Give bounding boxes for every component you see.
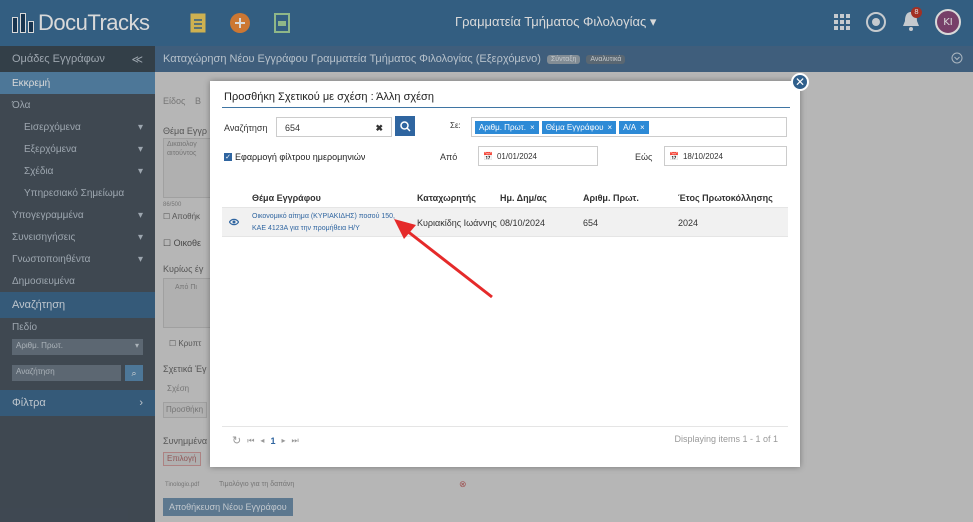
row-protocol: 654 <box>583 218 599 228</box>
row-subject-line1[interactable]: Οικονομικό αίτημα (ΚΥΡΙΑΚΙΔΗΣ) ποσού 150… <box>252 211 395 222</box>
column-registrar[interactable]: Καταχωρητής <box>417 193 476 203</box>
search-fields-tags[interactable]: Αριθμ. Πρωτ. × Θέμα Εγγράφου × Α/Α × <box>471 117 787 137</box>
next-page-icon[interactable]: ▸ <box>281 436 285 445</box>
column-subject[interactable]: Θέμα Εγγράφου <box>252 193 321 203</box>
date-filter-checkbox[interactable]: ✓ Εφαρμογή φίλτρου ημερομηνιών <box>224 152 365 162</box>
column-protocol[interactable]: Αριθμ. Πρωτ. <box>583 193 639 203</box>
current-page[interactable]: 1 <box>270 436 275 446</box>
calendar-icon[interactable]: 📅 <box>483 152 493 161</box>
search-label: Αναζήτηση <box>224 123 268 133</box>
remove-tag-icon[interactable]: × <box>607 123 612 132</box>
search-button[interactable] <box>395 116 415 136</box>
tag-subject-label: Θέμα Εγγράφου <box>545 122 604 132</box>
from-label: Από <box>440 152 458 162</box>
remove-tag-icon[interactable]: × <box>530 123 535 132</box>
date-filter-label: Εφαρμογή φίλτρου ημερομηνιών <box>235 152 366 162</box>
search-in-label: Σε: <box>450 121 461 130</box>
checkbox-checked-icon: ✓ <box>224 153 232 161</box>
display-info: Displaying items 1 - 1 of 1 <box>674 434 778 444</box>
tag-aa-label: Α/Α <box>623 122 637 132</box>
close-icon[interactable]: ✕ <box>791 73 809 91</box>
search-input[interactable]: 654 ✖ <box>276 117 392 137</box>
modal-divider <box>222 107 790 108</box>
to-label: Εώς <box>635 152 653 162</box>
column-date[interactable]: Ημ. Δημ/ας <box>500 193 547 203</box>
modal-title: Προσθήκη Σχετικού με σχέση : Άλλη σχέση <box>224 91 434 103</box>
eye-icon[interactable] <box>228 218 240 228</box>
table-row[interactable]: Οικονομικό αίτημα (ΚΥΡΙΑΚΙΔΗΣ) ποσού 150… <box>222 207 788 237</box>
calendar-icon[interactable]: 📅 <box>669 152 679 161</box>
from-date-input[interactable]: 📅 01/01/2024 <box>478 146 598 166</box>
row-date: 08/10/2024 <box>500 218 546 228</box>
tag-protocol[interactable]: Αριθμ. Πρωτ. × <box>475 120 539 134</box>
to-date-input[interactable]: 📅 18/10/2024 <box>664 146 787 166</box>
prev-page-icon[interactable]: ◂ <box>260 436 264 445</box>
clear-search-icon[interactable]: ✖ <box>375 123 383 133</box>
from-date-value: 01/01/2024 <box>496 151 538 161</box>
tag-protocol-label: Αριθμ. Πρωτ. <box>479 122 527 132</box>
row-subject-line2[interactable]: ΚΑΕ 4123Α για την προμήθεια Η/Υ <box>252 223 360 234</box>
search-input-value: 654 <box>285 123 301 133</box>
last-page-icon[interactable]: ⏭ <box>291 436 298 446</box>
row-year: 2024 <box>678 218 699 228</box>
search-icon <box>399 120 411 132</box>
tag-aa[interactable]: Α/Α × <box>619 120 649 134</box>
red-arrow-annotation <box>394 219 493 299</box>
add-related-modal: Προσθήκη Σχετικού με σχέση : Άλλη σχέση … <box>210 73 809 467</box>
first-page-icon[interactable]: ⏮ <box>247 436 254 446</box>
column-year[interactable]: Έτος Πρωτοκόλλησης <box>678 193 773 203</box>
pager: ↻ ⏮ ◂ 1 ▸ ⏭ <box>232 434 299 447</box>
to-date-value: 18/10/2024 <box>682 151 724 161</box>
tag-subject[interactable]: Θέμα Εγγράφου × <box>541 120 617 134</box>
grid-footer: ↻ ⏮ ◂ 1 ▸ ⏭ Displaying items 1 - 1 of 1 <box>222 426 788 450</box>
remove-tag-icon[interactable]: × <box>640 123 645 132</box>
refresh-icon[interactable]: ↻ <box>232 434 241 447</box>
